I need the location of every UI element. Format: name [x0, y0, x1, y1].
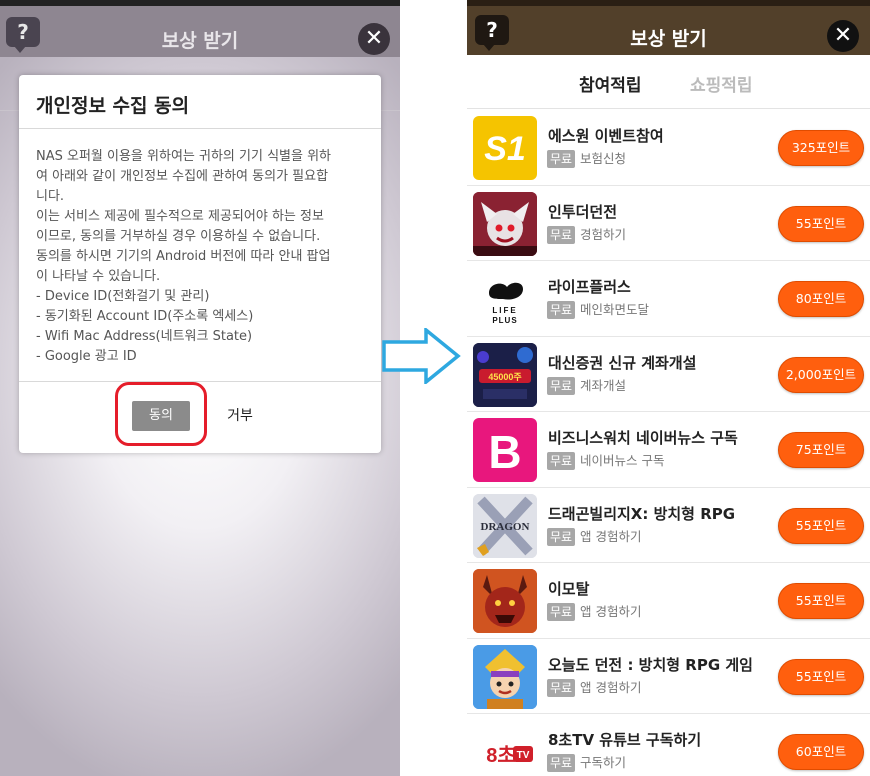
header-title: 보상 받기 — [161, 30, 239, 52]
free-badge: 무료 — [547, 150, 576, 168]
offer-action: 경험하기 — [580, 226, 627, 242]
list-item[interactable]: 45000주 대신증권 신규 계좌개설 무료 계좌개설 2,000포인트 — [467, 337, 870, 412]
free-badge: 무료 — [547, 301, 576, 319]
free-badge: 무료 — [547, 754, 576, 772]
points-button[interactable]: 55포인트 — [778, 583, 864, 619]
tab-bar: 참여적립 쇼핑적립 — [467, 55, 870, 109]
points-button[interactable]: 55포인트 — [778, 658, 864, 695]
offer-action: 앱 경험하기 — [580, 604, 642, 619]
svg-text:45000주: 45000주 — [488, 372, 521, 382]
close-button[interactable]: ✕ — [827, 20, 859, 52]
immortal-demon-icon — [473, 569, 537, 633]
body-line: - Wifi Mac Address(네트워크 State) — [36, 329, 253, 344]
close-button[interactable]: ✕ — [358, 23, 390, 55]
privacy-consent-dialog: 개인정보 수집 동의 NAS 오퍼월 이용을 위하여는 귀하의 기기 식별을 위… — [19, 75, 381, 453]
divider — [467, 108, 870, 109]
offer-list: S1 에스원 이벤트참여 무료 보험신청 325포인트 인투더던전 무료 경험하… — [467, 110, 870, 776]
svg-text:B: B — [488, 426, 521, 478]
offer-name: 오늘도 던전 : 방치형 RPG 게임 — [548, 655, 753, 674]
svg-text:TV: TV — [517, 750, 530, 761]
body-line: 이는 서비스 제공에 필수적으로 제공되어야 하는 정보 — [36, 209, 324, 224]
svg-text:S1: S1 — [484, 130, 526, 168]
svg-text:DRAGON: DRAGON — [481, 521, 530, 533]
body-line: - Device ID(전화걸기 및 관리) — [36, 289, 210, 304]
svg-text:8초: 8초 — [486, 744, 516, 767]
points-button[interactable]: 75포인트 — [778, 432, 864, 468]
daishin-promo-icon: 45000주 — [473, 342, 537, 407]
divider — [19, 128, 381, 129]
dungeon-character-icon — [473, 191, 537, 256]
right-header: ? 보상 받기 ✕ — [467, 0, 870, 55]
offer-action: 메인화면도달 — [580, 302, 650, 317]
right-arrow-icon — [382, 328, 461, 384]
points-button[interactable]: 80포인트 — [778, 281, 864, 317]
dialog-body: NAS 오퍼월 이용을 위하여는 귀하의 기기 식별을 위하 여 아래와 같이 … — [36, 147, 366, 367]
svg-text:PLUS: PLUS — [492, 316, 517, 325]
offer-name: 드래곤빌리지X: 방치형 RPG — [548, 504, 736, 523]
list-item[interactable]: LIFE PLUS 라이프플러스 무료 메인화면도달 80포인트 — [467, 261, 870, 337]
tab-shopping[interactable]: 쇼핑적립 — [690, 71, 753, 96]
right-screen: ? 보상 받기 ✕ 참여적립 쇼핑적립 S1 에스원 이벤트참여 무료 보험신청… — [467, 0, 870, 776]
list-item[interactable]: B 비즈니스워치 네이버뉴스 구독 무료 네이버뉴스 구독 75포인트 — [467, 412, 870, 488]
offer-action: 보험신청 — [580, 151, 627, 166]
refuse-button[interactable]: 거부 — [215, 401, 265, 431]
life-plus-logo-icon: LIFE PLUS — [473, 267, 537, 331]
offer-name: 에스원 이벤트참여 — [548, 127, 664, 145]
list-item[interactable]: 인투더던전 무료 경험하기 55포인트 — [467, 186, 870, 261]
dialog-title: 개인정보 수집 동의 — [36, 95, 190, 117]
offer-name: 인투더던전 — [548, 202, 618, 221]
agree-highlight-annotation — [115, 382, 207, 446]
offer-action: 앱 경험하기 — [580, 528, 642, 544]
offer-action: 네이버뉴스 구독 — [580, 453, 665, 468]
s1-logo-icon: S1 — [473, 116, 537, 180]
offer-action: 구독하기 — [580, 755, 627, 770]
body-line: NAS 오퍼월 이용을 위하여는 귀하의 기기 식별을 위하 — [36, 149, 331, 164]
points-button[interactable]: 2,000포인트 — [778, 356, 864, 393]
offer-name: 8초TV 유튜브 구독하기 — [548, 731, 702, 749]
left-screen: ? 보상 받기 ✕ 개인정보 수집 동의 NAS 오퍼월 이용을 위하여는 귀하… — [0, 0, 400, 776]
list-item[interactable]: 오늘도 던전 : 방치형 RPG 게임 무료 앱 경험하기 55포인트 — [467, 639, 870, 714]
offer-name: 대신증권 신규 계좌개설 — [548, 353, 697, 372]
points-button[interactable]: 60포인트 — [778, 734, 864, 770]
header-title: 보상 받기 — [630, 28, 707, 50]
offer-action: 계좌개설 — [580, 377, 627, 393]
left-header: ? 보상 받기 ✕ — [0, 0, 400, 57]
body-line: 동의를 하시면 기기의 Android 버전에 따라 안내 팝업 — [36, 249, 331, 264]
list-item[interactable]: DRAGON 드래곤빌리지X: 방치형 RPG 무료 앱 경험하기 55포인트 — [467, 488, 870, 563]
divider — [19, 381, 381, 382]
body-line: 여 아래와 같이 개인정보 수집에 관하여 동의가 필요합 — [36, 169, 329, 184]
body-line: 이므로, 동의를 거부하실 경우 이용하실 수 없습니다. — [36, 229, 321, 244]
free-badge: 무료 — [547, 527, 576, 546]
offer-name: 이모탈 — [548, 580, 590, 598]
hero-character-icon — [473, 644, 537, 709]
b-logo-icon: B — [473, 418, 537, 482]
points-button[interactable]: 55포인트 — [778, 507, 864, 544]
free-badge: 무료 — [547, 603, 576, 621]
free-badge: 무료 — [547, 452, 576, 470]
free-badge: 무료 — [547, 376, 576, 395]
body-line: - Google 광고 ID — [36, 349, 137, 364]
8chotv-logo-icon: 8초 TV — [473, 720, 537, 776]
offer-action: 앱 경험하기 — [580, 679, 642, 695]
svg-text:LIFE: LIFE — [492, 306, 517, 315]
free-badge: 무료 — [547, 678, 576, 697]
offer-name: 라이프플러스 — [548, 278, 631, 296]
body-line: - 동기화된 Account ID(주소록 엑세스) — [36, 309, 254, 324]
list-item[interactable]: S1 에스원 이벤트참여 무료 보험신청 325포인트 — [467, 110, 870, 186]
offer-name: 비즈니스워치 네이버뉴스 구독 — [548, 429, 738, 447]
list-item[interactable]: 8초 TV 8초TV 유튜브 구독하기 무료 구독하기 60포인트 — [467, 714, 870, 776]
body-line: 이 나타날 수 있습니다. — [36, 269, 161, 284]
dragon-village-icon: DRAGON — [473, 493, 537, 558]
tab-participation[interactable]: 참여적립 — [579, 71, 642, 96]
list-item[interactable]: 이모탈 무료 앱 경험하기 55포인트 — [467, 563, 870, 639]
points-button[interactable]: 55포인트 — [778, 205, 864, 242]
points-button[interactable]: 325포인트 — [778, 130, 864, 166]
body-line: 니다. — [36, 189, 65, 204]
free-badge: 무료 — [547, 225, 576, 244]
